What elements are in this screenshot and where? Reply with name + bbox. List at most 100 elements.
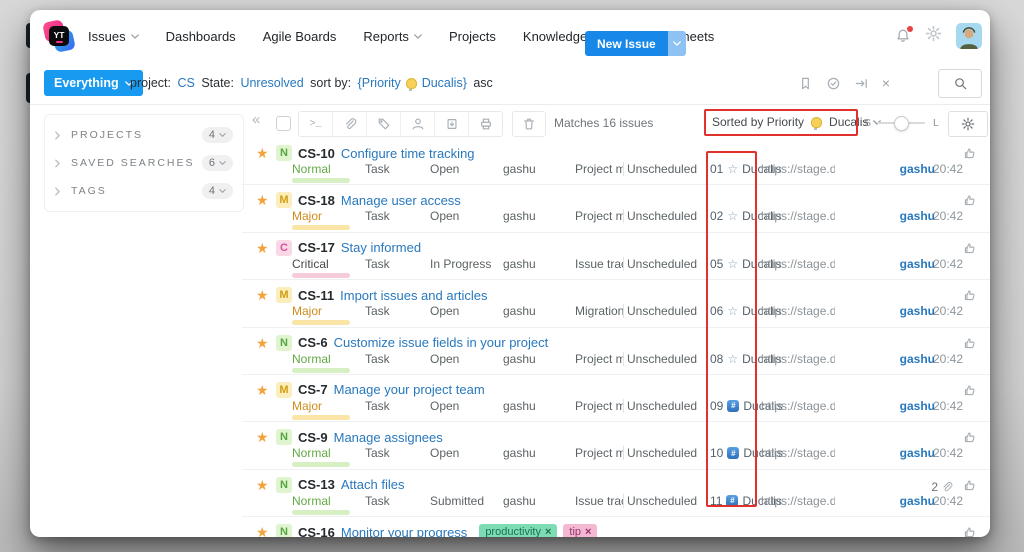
field-type[interactable]: Task <box>365 304 390 318</box>
issue-title-link[interactable]: Configure time tracking <box>341 146 475 161</box>
sidebar-item-tags[interactable]: TAGS 4 <box>45 177 243 205</box>
attach-button[interactable] <box>333 112 367 136</box>
issue-row[interactable]: ★ C CS-17 Stay informed Critical Task In… <box>242 233 990 281</box>
nav-item-agile-boards[interactable]: Agile Boards <box>263 29 337 44</box>
issue-row[interactable]: ★ N CS-16 Monitor your progress producti… <box>242 517 990 537</box>
field-type[interactable]: Task <box>365 399 390 413</box>
collapse-all-icon[interactable]: « <box>252 111 260 128</box>
field-subsystem[interactable]: Migration <box>575 304 624 319</box>
query-term-link[interactable]: CS <box>177 76 194 90</box>
move-to-button[interactable] <box>435 112 469 136</box>
star-icon[interactable]: ★ <box>256 478 270 492</box>
issue-row[interactable]: ★ N CS-6 Customize issue fields in your … <box>242 328 990 375</box>
field-updater-link[interactable]: gashu <box>900 162 935 176</box>
field-priority[interactable]: Normal <box>292 352 350 373</box>
detail-level-slider[interactable] <box>877 116 925 131</box>
tag-remove-icon[interactable]: × <box>545 526 551 537</box>
issue-id[interactable]: CS-9 <box>298 430 328 445</box>
field-updater-link[interactable]: gashu <box>900 494 935 508</box>
field-sprint[interactable]: Unscheduled <box>627 399 697 413</box>
field-updater-link[interactable]: gashu <box>900 399 935 413</box>
issue-id[interactable]: CS-11 <box>298 288 334 303</box>
command-dialog-button[interactable]: >_ <box>299 112 333 136</box>
star-icon[interactable]: ★ <box>256 430 270 444</box>
issue-id[interactable]: CS-17 <box>298 240 335 255</box>
slider-knob[interactable] <box>894 116 909 131</box>
issue-row[interactable]: ★ N CS-9 Manage assignees Normal Task Op… <box>242 422 990 470</box>
tag-button[interactable] <box>367 112 401 136</box>
field-updater-link[interactable]: gashu <box>900 209 935 223</box>
issue-row[interactable]: ★ M CS-11 Import issues and articles Maj… <box>242 280 990 328</box>
field-type[interactable]: Task <box>365 209 390 223</box>
tag-pill[interactable]: tip × <box>563 524 598 537</box>
field-type[interactable]: Task <box>365 352 390 366</box>
clear-query-icon[interactable]: × <box>882 76 890 90</box>
sidebar-item-saved-searches[interactable]: SAVED SEARCHES 6 <box>45 149 243 177</box>
field-sprint[interactable]: Unscheduled <box>627 209 697 223</box>
issue-id[interactable]: CS-7 <box>298 382 328 397</box>
new-issue-label[interactable]: New Issue <box>585 31 668 56</box>
issue-row[interactable]: ★ M CS-18 Manage user access Major Task … <box>242 185 990 233</box>
field-assignee[interactable]: gashu <box>503 352 536 366</box>
new-issue-button[interactable]: New Issue <box>585 31 686 56</box>
field-subsystem[interactable]: Project manage <box>575 446 624 461</box>
field-assignee[interactable]: gashu <box>503 399 536 413</box>
field-type[interactable]: Task <box>365 257 390 271</box>
field-assignee[interactable]: gashu <box>503 494 536 508</box>
user-avatar[interactable] <box>956 23 982 49</box>
field-subsystem[interactable]: Issue tracking <box>575 256 624 271</box>
youtrack-logo[interactable]: YT <box>42 19 76 53</box>
field-subsystem[interactable]: Project manage <box>575 398 624 413</box>
sorted-by-control[interactable]: Sorted by Priority Ducalis <box>712 115 882 130</box>
field-state[interactable]: Open <box>430 352 459 366</box>
nav-item-reports[interactable]: Reports <box>363 29 422 44</box>
star-icon[interactable]: ★ <box>256 241 270 255</box>
issue-title-link[interactable]: Manage your project team <box>334 382 485 397</box>
field-priority[interactable]: Normal <box>292 494 350 515</box>
star-icon[interactable]: ★ <box>256 336 270 350</box>
issue-id[interactable]: CS-10 <box>298 146 335 161</box>
query-term-link[interactable]: Unresolved <box>240 76 303 90</box>
star-icon[interactable]: ★ <box>256 146 270 160</box>
field-url[interactable]: https://stage.du <box>761 304 835 318</box>
field-sprint[interactable]: Unscheduled <box>627 162 697 176</box>
field-subsystem[interactable]: Project manage <box>575 209 624 224</box>
search-scope-button[interactable]: Everything <box>44 70 143 96</box>
field-url[interactable]: https://stage.du <box>761 209 835 223</box>
field-sprint[interactable]: Unscheduled <box>627 257 697 271</box>
field-updater-link[interactable]: gashu <box>900 304 935 318</box>
issue-title-link[interactable]: Customize issue fields in your project <box>334 335 549 350</box>
field-updater-link[interactable]: gashu <box>900 446 935 460</box>
field-url[interactable]: https://stage.du <box>761 399 835 413</box>
thumbs-up-icon[interactable] <box>963 525 977 537</box>
field-subsystem[interactable]: Project manage <box>575 351 624 366</box>
notifications-bell-icon[interactable] <box>895 26 913 44</box>
star-icon[interactable]: ★ <box>256 525 270 537</box>
field-assignee[interactable]: gashu <box>503 209 536 223</box>
issue-title-link[interactable]: Manage assignees <box>334 430 443 445</box>
tag-remove-icon[interactable]: × <box>585 526 591 537</box>
field-priority[interactable]: Major <box>292 304 350 326</box>
field-assignee[interactable]: gashu <box>503 446 536 460</box>
field-url[interactable]: https://stage.du <box>761 352 835 366</box>
field-sprint[interactable]: Unscheduled <box>627 304 697 318</box>
field-url[interactable]: https://stage.du <box>761 257 835 271</box>
field-state[interactable]: Open <box>430 162 459 176</box>
search-button[interactable] <box>938 69 982 98</box>
field-state[interactable]: Submitted <box>430 494 484 508</box>
field-sprint[interactable]: Unscheduled <box>627 494 697 508</box>
new-issue-dropdown[interactable] <box>667 31 686 56</box>
field-url[interactable]: https://stage.du <box>761 162 835 176</box>
field-state[interactable]: Open <box>430 209 459 223</box>
issue-title-link[interactable]: Stay informed <box>341 240 421 255</box>
query-assist-icon[interactable] <box>826 76 841 91</box>
field-state[interactable]: Open <box>430 399 459 413</box>
field-sprint[interactable]: Unscheduled <box>627 352 697 366</box>
field-sprint[interactable]: Unscheduled <box>627 446 697 460</box>
query-term-link[interactable]: {Priority <box>358 76 401 90</box>
star-icon[interactable]: ★ <box>256 193 270 207</box>
expand-icon[interactable] <box>854 76 869 91</box>
issue-title-link[interactable]: Import issues and articles <box>340 288 487 303</box>
settings-gear-icon[interactable] <box>925 25 942 47</box>
attachments-indicator[interactable]: 2 <box>931 480 953 494</box>
